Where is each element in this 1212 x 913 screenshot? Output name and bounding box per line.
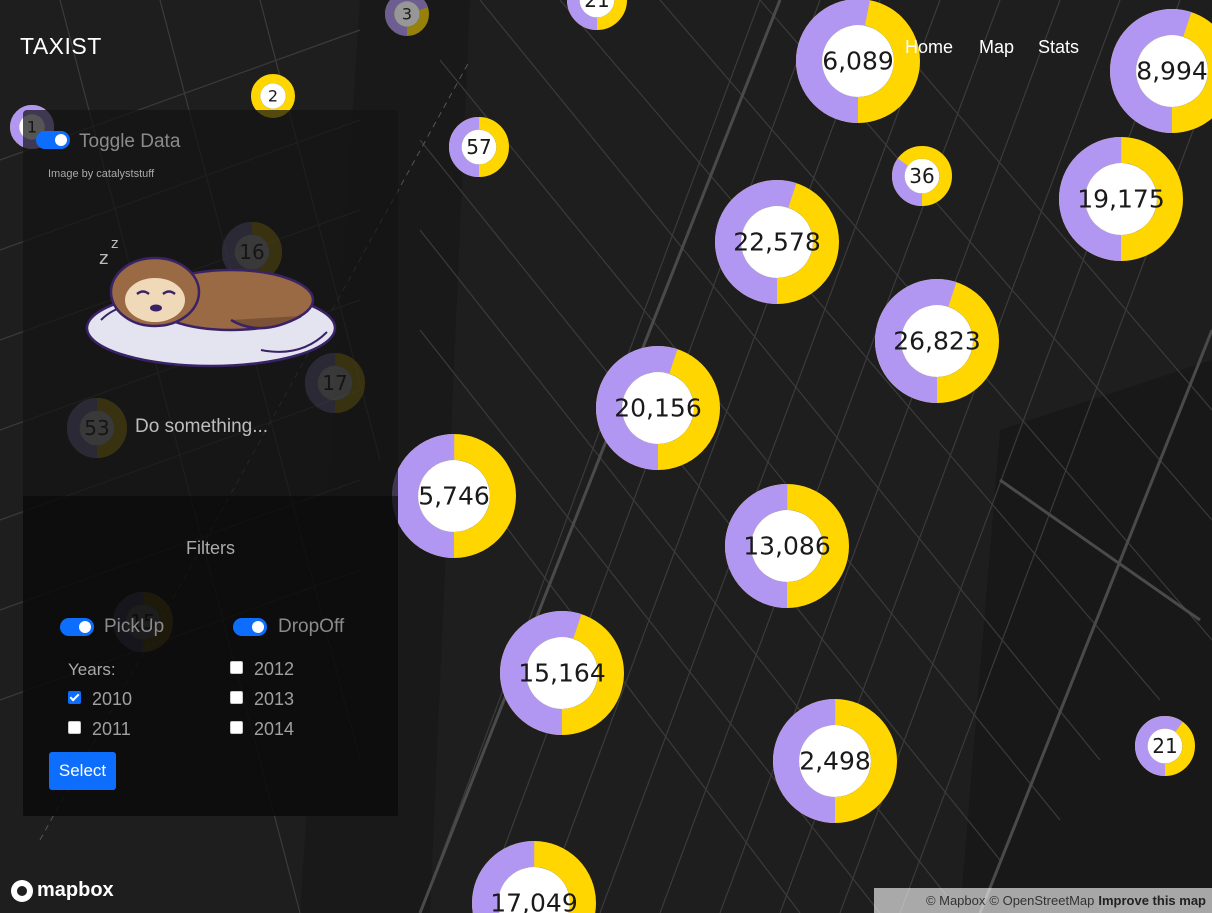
- year-2012-checkbox[interactable]: [230, 661, 243, 674]
- cluster-marker[interactable]: 21: [566, 0, 628, 30]
- cluster-count: 13,086: [743, 532, 830, 561]
- year-2010-checkbox[interactable]: [68, 691, 81, 704]
- nav-map[interactable]: Map: [979, 37, 1014, 58]
- cluster-marker[interactable]: 36: [891, 145, 952, 207]
- mapbox-logo-icon: [11, 879, 33, 902]
- brand-logo[interactable]: TAXIST: [20, 33, 102, 60]
- attribution-mapbox-link[interactable]: © Mapbox: [926, 893, 985, 908]
- year-2014-checkbox[interactable]: [230, 721, 243, 734]
- year-2014-label: 2014: [254, 719, 295, 739]
- cluster-marker[interactable]: 57: [448, 116, 509, 178]
- cluster-marker[interactable]: 17,049: [471, 840, 596, 913]
- cluster-count: 6,089: [822, 47, 894, 76]
- cluster-marker[interactable]: 26,823: [875, 278, 1000, 404]
- cluster-marker[interactable]: 3: [385, 0, 429, 36]
- cluster-marker[interactable]: 6,089: [796, 0, 920, 124]
- attribution-osm-link[interactable]: © OpenStreetMap: [989, 893, 1094, 908]
- year-2010-label: 2010: [92, 689, 133, 709]
- cluster-count: 19,175: [1077, 185, 1164, 214]
- dropoff-switch[interactable]: [233, 618, 267, 636]
- cluster-marker[interactable]: 15,164: [499, 611, 625, 736]
- years-label: Years:: [68, 660, 116, 679]
- map-attribution: © Mapbox © OpenStreetMap Improve this ma…: [874, 888, 1212, 913]
- year-2013-checkbox[interactable]: [230, 691, 243, 704]
- cluster-count: 20,156: [614, 394, 701, 423]
- svg-text:z: z: [99, 248, 108, 269]
- cluster-count: 8,994: [1136, 57, 1208, 86]
- cluster-count: 15,164: [518, 659, 605, 688]
- svg-text:z: z: [111, 236, 118, 252]
- cluster-count: 2: [268, 87, 278, 106]
- cluster-count: 2,498: [799, 747, 871, 776]
- mapbox-logo[interactable]: mapbox: [11, 879, 114, 902]
- toggle-data-label: Toggle Data: [79, 131, 181, 152]
- cluster-count: 21: [1152, 734, 1177, 758]
- cluster-count: 22,578: [733, 228, 820, 257]
- year-2011-checkbox[interactable]: [68, 721, 81, 734]
- cluster-count: 3: [402, 5, 412, 24]
- cluster-marker[interactable]: 2: [250, 74, 295, 119]
- cluster-marker[interactable]: 22,578: [714, 180, 840, 305]
- cluster-marker[interactable]: 21: [1135, 715, 1196, 777]
- year-2011-label: 2011: [92, 719, 131, 739]
- cluster-count: 26,823: [893, 327, 980, 356]
- sleeping-sloth-icon: z z: [85, 236, 337, 368]
- year-2012-label: 2012: [254, 659, 295, 679]
- nav-stats[interactable]: Stats: [1038, 37, 1079, 58]
- improve-map-link[interactable]: Improve this map: [1098, 893, 1206, 908]
- data-panel: Toggle Data Image by catalyststuff z z D…: [23, 110, 398, 496]
- pickup-switch[interactable]: [60, 618, 94, 636]
- pickup-label: PickUp: [104, 616, 165, 637]
- nav-home[interactable]: Home: [905, 37, 953, 58]
- cluster-marker[interactable]: 19,175: [1058, 137, 1184, 262]
- cluster-count: 21: [584, 0, 609, 12]
- cluster-marker[interactable]: 8,994: [1110, 9, 1212, 134]
- toggle-data-switch[interactable]: [36, 131, 70, 149]
- cluster-marker[interactable]: 13,086: [725, 483, 850, 609]
- dropoff-label: DropOff: [278, 616, 345, 637]
- status-text: Do something...: [135, 416, 269, 437]
- cluster-marker[interactable]: 5,746: [391, 433, 517, 558]
- mapbox-logo-text: mapbox: [37, 879, 114, 901]
- image-credit: Image by catalyststuff: [48, 168, 155, 180]
- cluster-count: 5,746: [418, 482, 490, 511]
- select-button[interactable]: Select: [49, 752, 116, 790]
- cluster-count: 17,049: [490, 889, 577, 913]
- cluster-count: 57: [466, 135, 491, 159]
- year-2013-label: 2013: [254, 689, 295, 709]
- cluster-marker[interactable]: 20,156: [596, 345, 721, 471]
- cluster-count: 36: [909, 164, 934, 188]
- control-panel: Toggle Data Image by catalyststuff z z D…: [23, 110, 398, 816]
- filters-title: Filters: [186, 538, 235, 558]
- cluster-marker[interactable]: 2,498: [772, 699, 898, 824]
